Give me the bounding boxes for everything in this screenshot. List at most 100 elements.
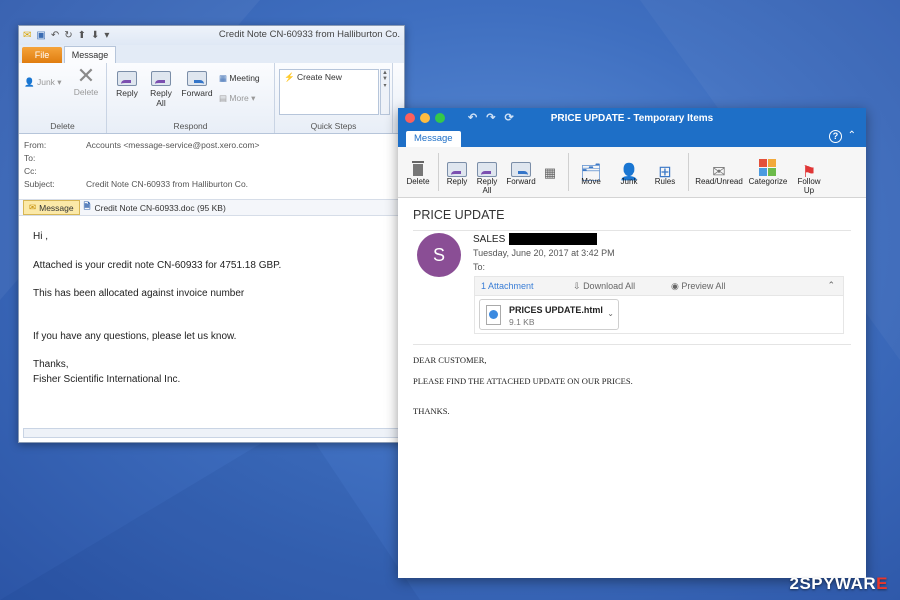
- attachment-actions-button[interactable]: ▦: [540, 153, 560, 179]
- ribbon-tabs: File Message: [19, 45, 404, 63]
- from-row: From: Accounts <message-service@post.xer…: [24, 138, 399, 151]
- eye-icon: ◉: [671, 281, 679, 291]
- window-title: Credit Note CN-60933 from Halliburton Co…: [218, 29, 400, 40]
- avatar: S: [417, 233, 461, 277]
- reply-all-button[interactable]: Reply All: [147, 71, 175, 108]
- undo-icon[interactable]: ↶: [51, 30, 59, 41]
- collapse-ribbon-icon[interactable]: ⌃: [848, 130, 856, 141]
- categorize-icon: [746, 153, 790, 177]
- win-title-bar: ✉ ▣ ↶ ↻ ⬆ ⬇ ▾ Credit Note CN-60933 from …: [19, 26, 404, 45]
- reply-label: Reply: [116, 88, 138, 98]
- horizontal-scrollbar[interactable]: [23, 428, 400, 438]
- follow-up-label: Follow Up: [797, 177, 821, 195]
- junk-person-icon: 👤: [619, 164, 639, 181]
- more-icon: ▤: [219, 93, 228, 103]
- message-subject: PRICE UPDATE: [413, 208, 505, 222]
- message-headers: From: Accounts <message-service@post.xer…: [19, 134, 404, 200]
- reply-button[interactable]: Reply: [113, 71, 141, 98]
- collapse-attachments-icon[interactable]: ⌃: [827, 280, 835, 291]
- redacted-address: [509, 233, 598, 245]
- save-icon[interactable]: ▣: [36, 30, 45, 41]
- message-body: Hi , Attached is your credit note CN-609…: [19, 216, 404, 414]
- follow-up-button[interactable]: ⚑ Follow Up: [792, 153, 826, 196]
- forward-icon: [187, 71, 207, 86]
- forward-button[interactable]: Forward: [504, 153, 538, 186]
- cc-row: Cc:: [24, 164, 399, 177]
- divider: [413, 344, 851, 345]
- quick-steps-scroll[interactable]: ▲ ▼ ▾: [380, 69, 390, 115]
- meeting-button[interactable]: ▦ Meeting: [219, 73, 260, 83]
- body-line-1: DEAR CUSTOMER,: [413, 355, 487, 365]
- reply-all-icon: [151, 71, 171, 86]
- redo-icon[interactable]: ↻: [64, 30, 72, 41]
- message-view-tab[interactable]: ✉ Message: [23, 200, 80, 215]
- tab-file[interactable]: File: [22, 47, 62, 63]
- chevron-down-icon[interactable]: ⌄: [607, 309, 614, 318]
- sender-name[interactable]: SALES: [473, 234, 505, 245]
- flag-icon: ⚑: [801, 164, 817, 181]
- down-arrow-icon[interactable]: ⬇: [91, 30, 99, 41]
- reply-button[interactable]: Reply: [444, 153, 470, 186]
- help-icon[interactable]: ?: [829, 130, 842, 143]
- ribbon-separator: [438, 153, 439, 191]
- redo-icon[interactable]: ↷: [486, 111, 495, 124]
- meeting-label: Meeting: [229, 73, 260, 83]
- attachment-card[interactable]: PRICES UPDATE.html 9.1 KB ⌄: [479, 299, 619, 330]
- preview-all-button[interactable]: ◉ Preview All: [671, 281, 725, 292]
- zoom-button[interactable]: [435, 113, 445, 123]
- delete-button[interactable]: Delete: [404, 153, 432, 186]
- word-doc-icon: 🗎: [83, 200, 91, 211]
- minimize-button[interactable]: [420, 113, 430, 123]
- attachment-bar: ✉ Message 🗎 Credit Note CN-60933.doc (95…: [19, 200, 404, 216]
- junk-button[interactable]: 👤 Junk: [612, 153, 646, 187]
- watermark-accent: E: [876, 574, 888, 593]
- delete-button[interactable]: ✕ Delete: [71, 65, 101, 98]
- move-button[interactable]: 🗂 Move: [574, 153, 608, 186]
- forward-button[interactable]: Forward: [179, 71, 215, 98]
- body-line-1: Attached is your credit note CN-60933 fo…: [33, 259, 282, 271]
- download-all-button[interactable]: ⇩ Download All: [573, 281, 635, 292]
- reply-all-label: Reply All: [150, 88, 172, 108]
- undo-icon[interactable]: ↶: [468, 111, 477, 124]
- ribbon-separator: [688, 153, 689, 191]
- move-folder-icon: 🗂: [580, 163, 602, 182]
- junk-icon: 👤: [24, 77, 35, 87]
- envelope-icon: ✉: [29, 202, 37, 212]
- reply-all-icon: [477, 162, 497, 177]
- sender: SALES: [473, 233, 598, 245]
- rules-button[interactable]: ⊞ Rules: [648, 153, 682, 187]
- divider: [413, 230, 851, 231]
- attachment-size: 9.1 KB: [509, 317, 535, 327]
- more-label: More: [229, 93, 249, 103]
- reply-all-label: Reply All: [476, 177, 498, 195]
- up-arrow-icon[interactable]: ⬆: [78, 30, 86, 41]
- junk-label: Junk: [620, 177, 638, 186]
- categorize-label: Categorize: [748, 177, 788, 186]
- more-button[interactable]: ▤ More ▾: [219, 93, 255, 103]
- mac-outlook-window: ↶ ↷ ⟳ PRICE UPDATE - Temporary Items Mes…: [398, 108, 866, 578]
- create-new-icon: ⚡: [284, 72, 295, 82]
- message-body: DEAR CUSTOMER, PLEASE FIND THE ATTACHED …: [413, 355, 633, 421]
- tab-message[interactable]: Message: [64, 46, 116, 63]
- win-ribbon: 👤 Junk ▾ ✕ Delete Delete Reply Reply All…: [19, 63, 404, 134]
- quick-steps-gallery[interactable]: ⚡ Create New: [279, 69, 379, 115]
- html-file-icon: [486, 305, 501, 325]
- read-unread-button[interactable]: ✉ Read/Unread: [694, 153, 744, 187]
- sync-icon[interactable]: ⟳: [504, 111, 513, 124]
- message-view-label: Message: [39, 202, 74, 213]
- mac-ribbon: Delete Reply Reply All Forward ▦ 🗂 Move …: [398, 147, 866, 198]
- tab-message[interactable]: Message: [406, 131, 461, 147]
- junk-button[interactable]: 👤 Junk ▾: [24, 77, 62, 87]
- reply-all-button[interactable]: Reply All: [474, 153, 500, 195]
- delete-label: Delete: [73, 87, 99, 97]
- subject-value: Credit Note CN-60933 from Halliburton Co…: [86, 178, 249, 189]
- mac-title-bar: ↶ ↷ ⟳ PRICE UPDATE - Temporary Items: [398, 108, 866, 128]
- close-button[interactable]: [405, 113, 415, 123]
- attachment-file[interactable]: Credit Note CN-60933.doc (95 KB): [94, 203, 225, 213]
- ribbon-group-respond: Reply Reply All Forward ▦ Meeting ▤ More…: [107, 63, 275, 133]
- categorize-button[interactable]: Categorize: [746, 153, 790, 186]
- customize-qat-icon[interactable]: ▾: [104, 30, 109, 41]
- reply-icon: [447, 162, 467, 177]
- attachment-count[interactable]: 1 Attachment: [481, 281, 534, 291]
- mac-window-title: PRICE UPDATE - Temporary Items: [550, 112, 714, 124]
